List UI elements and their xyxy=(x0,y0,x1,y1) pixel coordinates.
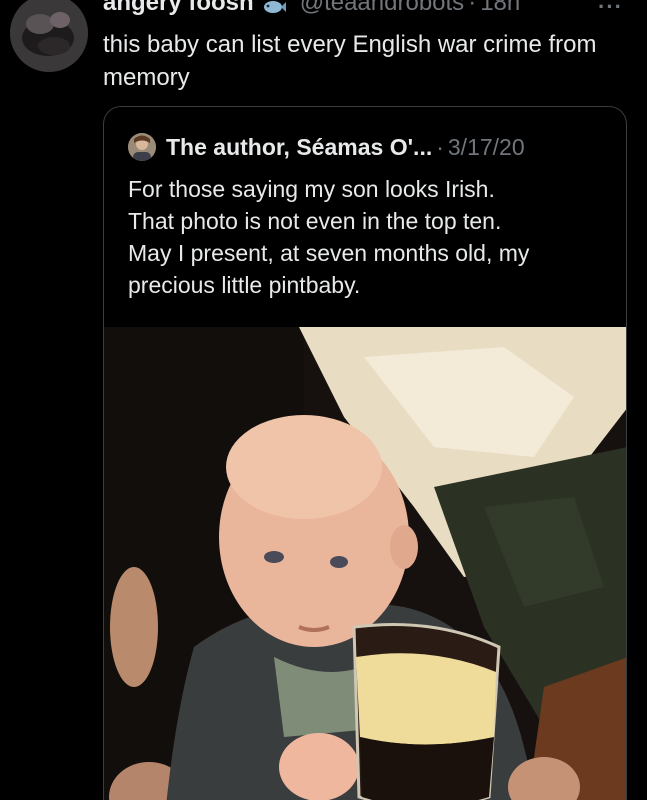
more-horizontal-icon[interactable]: ··· xyxy=(598,0,623,20)
tweet-text: this baby can list every English war cri… xyxy=(103,31,597,91)
avatar[interactable] xyxy=(10,0,88,72)
quote-author-name[interactable]: The author, Séamas O'... xyxy=(166,133,432,161)
handle[interactable]: @teaandrobots xyxy=(300,0,464,18)
quote-text-line: That photo is not even in the top ten. xyxy=(128,208,502,234)
quote-avatar[interactable] xyxy=(128,133,156,161)
quote-text-line: For those saying my son looks Irish. xyxy=(128,176,495,202)
fish-emoji-icon xyxy=(262,0,286,13)
quote-date[interactable]: 3/17/20 xyxy=(448,133,525,161)
quote-text: For those saying my son looks Irish. Tha… xyxy=(128,173,608,301)
quote-text-line: precious little pintbaby. xyxy=(128,272,361,298)
tweet-header: angery foosh @teaandrobots · 18h xyxy=(103,0,520,18)
baby-with-pint-photo[interactable] xyxy=(104,327,626,800)
quote-header: The author, Séamas O'... · 3/17/20 xyxy=(128,133,525,161)
tweet[interactable]: angery foosh @teaandrobots · 18h ··· thi… xyxy=(0,0,647,800)
quote-text-line: May I present, at seven months old, my xyxy=(128,240,530,266)
timestamp[interactable]: 18h xyxy=(480,0,520,18)
separator: · xyxy=(468,0,477,16)
quote-separator: · xyxy=(436,134,444,160)
display-name[interactable]: angery foosh xyxy=(103,0,254,18)
quoted-tweet-card[interactable]: The author, Séamas O'... · 3/17/20 For t… xyxy=(103,106,627,800)
